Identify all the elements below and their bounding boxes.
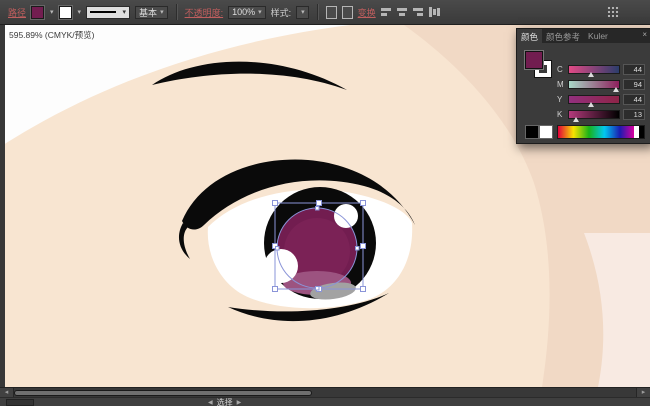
style-dropdown[interactable]: ▾ xyxy=(296,5,309,19)
slider-row-magenta: M 94 xyxy=(557,78,645,92)
fill-dropdown-icon[interactable]: ▾ xyxy=(50,8,54,16)
handle-bottom-right[interactable] xyxy=(360,286,366,292)
transform-link[interactable]: 变换 xyxy=(358,6,376,19)
black-slider-thumb[interactable] xyxy=(572,116,579,122)
scrollbar-thumb[interactable] xyxy=(14,390,312,396)
close-icon[interactable]: × xyxy=(640,29,650,43)
color-panel-tabbar: 颜色 颜色参考 Kuler × xyxy=(517,29,650,43)
handle-top-right[interactable] xyxy=(360,200,366,206)
opacity-value-dropdown[interactable]: 100% ▾ xyxy=(228,5,266,19)
current-tool-label: 选择 xyxy=(216,397,233,406)
align-right-icon[interactable] xyxy=(412,6,424,18)
distribute-icon[interactable] xyxy=(428,6,440,18)
color-spectrum-ramp[interactable] xyxy=(557,125,645,139)
spectrum-black-end[interactable] xyxy=(639,126,644,138)
status-field[interactable] xyxy=(6,398,34,406)
color-panel-body: C 44 M 94 Y 44 K 13 xyxy=(517,43,650,143)
yellow-value-field[interactable]: 44 xyxy=(623,93,645,105)
stroke-dropdown-icon[interactable]: ▾ xyxy=(78,8,82,16)
cyan-value-field[interactable]: 44 xyxy=(623,63,645,75)
stroke-profile-arrow-icon: ▾ xyxy=(122,9,127,16)
status-prev-icon[interactable]: ◀ xyxy=(208,399,213,406)
anchor-left[interactable] xyxy=(275,246,280,251)
horizontal-scrollbar[interactable]: ◂ ▸ xyxy=(0,387,650,398)
slider-row-black: K 13 xyxy=(557,108,645,122)
style-label: 样式: xyxy=(270,7,292,18)
illustrator-window: 路径 ▾ ▾ ▾ 基本 ▾ 不透明度: 100% ▾ 样式: ▾ 变换 595.… xyxy=(0,0,650,406)
magenta-label: M xyxy=(557,79,564,89)
toolbar-separator xyxy=(316,4,318,20)
anchor-right[interactable] xyxy=(355,246,360,251)
stroke-profile-dropdown[interactable]: ▾ xyxy=(86,5,131,19)
brush-definition-label: 基本 xyxy=(139,7,158,18)
fill-swatch[interactable] xyxy=(31,5,45,19)
black-label: K xyxy=(557,109,563,119)
color-panel: 颜色 颜色参考 Kuler × C 44 M 94 Y 44 K 13 xyxy=(516,28,650,144)
anchor-bottom[interactable] xyxy=(315,286,320,291)
object-type-link[interactable]: 路径 xyxy=(8,6,26,19)
align-left-icon[interactable] xyxy=(380,6,392,18)
document-zoom-title: 595.89% (CMYK/预览) xyxy=(9,30,95,40)
tab-color-guide[interactable]: 颜色参考 xyxy=(542,29,584,43)
brush-dropdown-icon: ▾ xyxy=(160,9,164,16)
brush-definition-dropdown[interactable]: 基本 ▾ xyxy=(135,5,168,19)
preferences-icon[interactable] xyxy=(341,5,353,19)
control-bar: 路径 ▾ ▾ ▾ 基本 ▾ 不透明度: 100% ▾ 样式: ▾ 变换 xyxy=(0,0,650,25)
status-next-icon[interactable]: ▶ xyxy=(237,399,242,406)
fill-proxy-swatch[interactable] xyxy=(525,51,543,69)
yellow-label: Y xyxy=(557,94,563,104)
handle-mid-right[interactable] xyxy=(360,243,366,249)
opacity-link[interactable]: 不透明度: xyxy=(185,6,224,19)
slider-row-yellow: Y 44 xyxy=(557,93,645,107)
handle-top-center[interactable] xyxy=(316,200,322,206)
toolbar-separator xyxy=(175,4,177,20)
yellow-slider-thumb[interactable] xyxy=(588,101,594,107)
white-swatch[interactable] xyxy=(539,125,553,139)
magenta-slider-thumb[interactable] xyxy=(613,86,619,92)
document-setup-icon[interactable] xyxy=(325,5,337,19)
small-eye-highlight-shape[interactable] xyxy=(334,204,358,228)
magenta-slider[interactable] xyxy=(568,79,620,92)
slider-row-cyan: C 44 xyxy=(557,63,645,77)
black-swatch[interactable] xyxy=(525,125,539,139)
magenta-value-field[interactable]: 94 xyxy=(623,78,645,90)
anchor-top[interactable] xyxy=(315,206,320,211)
cyan-slider-thumb[interactable] xyxy=(588,71,594,77)
handle-top-left[interactable] xyxy=(272,200,278,206)
workspace-grid-icon[interactable] xyxy=(607,5,620,19)
handle-bottom-left[interactable] xyxy=(272,286,278,292)
style-arrow-icon: ▾ xyxy=(301,9,305,16)
stroke-swatch[interactable] xyxy=(58,5,72,19)
yellow-slider[interactable] xyxy=(568,94,620,107)
tab-kuler[interactable]: Kuler xyxy=(584,29,612,43)
opacity-value: 100% xyxy=(232,7,256,17)
stroke-profile-line-icon xyxy=(90,11,117,13)
status-bar: ◀ 选择 ▶ xyxy=(0,397,650,406)
black-slider[interactable] xyxy=(568,109,620,122)
opacity-arrow-icon: ▾ xyxy=(258,9,262,16)
spectrum-row xyxy=(517,125,650,139)
black-value-field[interactable]: 13 xyxy=(623,108,645,120)
left-panel-edge xyxy=(0,25,5,387)
align-center-icon[interactable] xyxy=(396,6,408,18)
cyan-slider[interactable] xyxy=(568,64,620,77)
cyan-label: C xyxy=(557,64,563,74)
tab-color[interactable]: 颜色 xyxy=(517,29,543,43)
